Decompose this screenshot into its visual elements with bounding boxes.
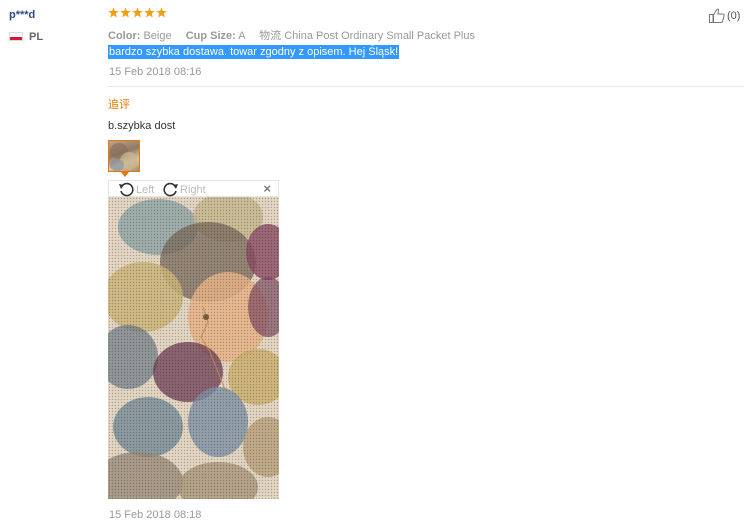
- rating-stars: [108, 7, 167, 18]
- review-text: bardzo szybka dostawa. towar zgodny z op…: [108, 45, 400, 59]
- star-icon: [108, 7, 119, 18]
- star-icon: [132, 7, 143, 18]
- attr-color-key: Color:: [108, 30, 141, 42]
- poland-flag-icon: [9, 32, 23, 41]
- rotate-right-icon: [163, 182, 178, 197]
- rotate-left-button[interactable]: Left: [118, 182, 154, 197]
- helpful-count: (0): [727, 9, 741, 22]
- thumbnail-caret: [121, 172, 129, 177]
- followup-label: 追评: [108, 99, 130, 111]
- order-attributes: Color: Beige Cup Size: A 物流 China Post O…: [108, 27, 475, 43]
- review-photo-thumbnail[interactable]: [108, 140, 140, 172]
- divider: [108, 86, 744, 87]
- image-viewer-toolbar: Left Right ×: [108, 180, 279, 197]
- followup-date: 15 Feb 2018 08:18: [109, 509, 202, 521]
- attr-cup-size-value: A: [238, 30, 246, 42]
- reviewer-name: p***d: [9, 9, 36, 21]
- star-icon: [156, 7, 167, 18]
- thumbs-up-icon: [709, 8, 725, 23]
- followup-text: b.szybka dost: [108, 120, 176, 132]
- star-icon: [120, 7, 131, 18]
- review-photo-large: [108, 197, 279, 499]
- attr-logistics-key: 物流: [259, 30, 282, 42]
- close-viewer-button[interactable]: ×: [263, 181, 271, 196]
- reviewer-country: PL: [29, 31, 44, 43]
- star-icon: [144, 7, 155, 18]
- rotate-left-label: Left: [136, 183, 155, 196]
- rotate-right-label: Right: [180, 183, 206, 196]
- helpful-button[interactable]: (0): [709, 8, 740, 23]
- attr-logistics-value: China Post Ordinary Small Packet Plus: [284, 30, 475, 42]
- attr-color-value: Beige: [143, 30, 172, 42]
- rotate-right-button[interactable]: Right: [162, 182, 206, 197]
- attr-cup-size-key: Cup Size:: [185, 30, 236, 42]
- rotate-left-icon: [119, 182, 134, 197]
- review-date: 15 Feb 2018 08:16: [109, 66, 202, 78]
